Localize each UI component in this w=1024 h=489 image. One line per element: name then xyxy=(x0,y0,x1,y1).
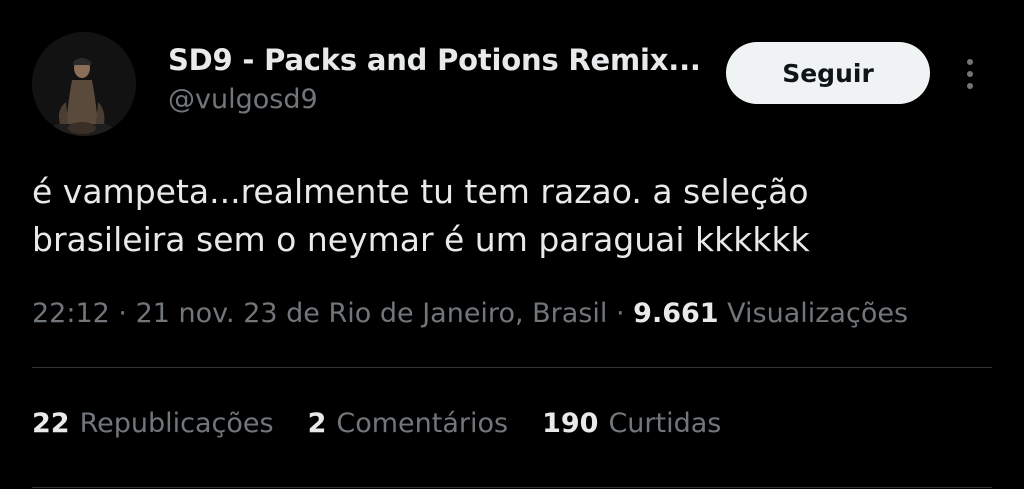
meta-separator: · xyxy=(118,298,127,329)
tweet-text-line: é vampeta...realmente tu tem razao. a se… xyxy=(32,172,809,211)
comments-label: Comentários xyxy=(336,408,509,439)
views-label: Visualizações xyxy=(727,298,909,329)
reposts-count: 22 xyxy=(32,408,70,439)
tweet-date[interactable]: 21 nov. 23 xyxy=(136,298,278,329)
tweet-text: é vampeta...realmente tu tem razao. a se… xyxy=(32,168,972,264)
tweet-text-line: brasileira sem o neymar é um paraguai kk… xyxy=(32,220,810,259)
reposts-label: Republicações xyxy=(79,408,274,439)
tweet-location: de Rio de Janeiro, Brasil xyxy=(286,298,608,329)
likes-count: 190 xyxy=(542,408,599,439)
avatar[interactable] xyxy=(32,32,136,136)
engagement-stats: 22 Republicações 2 Comentários 190 Curtidas xyxy=(32,408,755,439)
author-display-name[interactable]: SD9 - Packs and Potions Remix... xyxy=(168,43,701,77)
views-count: 9.661 xyxy=(633,298,719,329)
profile-photo xyxy=(32,32,136,136)
comments-count: 2 xyxy=(307,408,327,439)
author-handle[interactable]: @vulgosd9 xyxy=(168,84,318,115)
divider xyxy=(32,367,992,368)
divider xyxy=(32,487,992,488)
follow-button[interactable]: Seguir xyxy=(726,42,930,104)
reposts-stat[interactable]: 22 Republicações xyxy=(32,408,274,439)
tweet-time[interactable]: 22:12 xyxy=(32,298,110,329)
comments-stat[interactable]: 2 Comentários xyxy=(308,408,509,439)
tweet-meta: 22:12 · 21 nov. 23 de Rio de Janeiro, Br… xyxy=(32,298,908,329)
likes-label: Curtidas xyxy=(608,408,722,439)
meta-separator: · xyxy=(615,298,625,329)
likes-stat[interactable]: 190 Curtidas xyxy=(542,408,721,439)
more-vertical-icon[interactable] xyxy=(958,54,982,94)
